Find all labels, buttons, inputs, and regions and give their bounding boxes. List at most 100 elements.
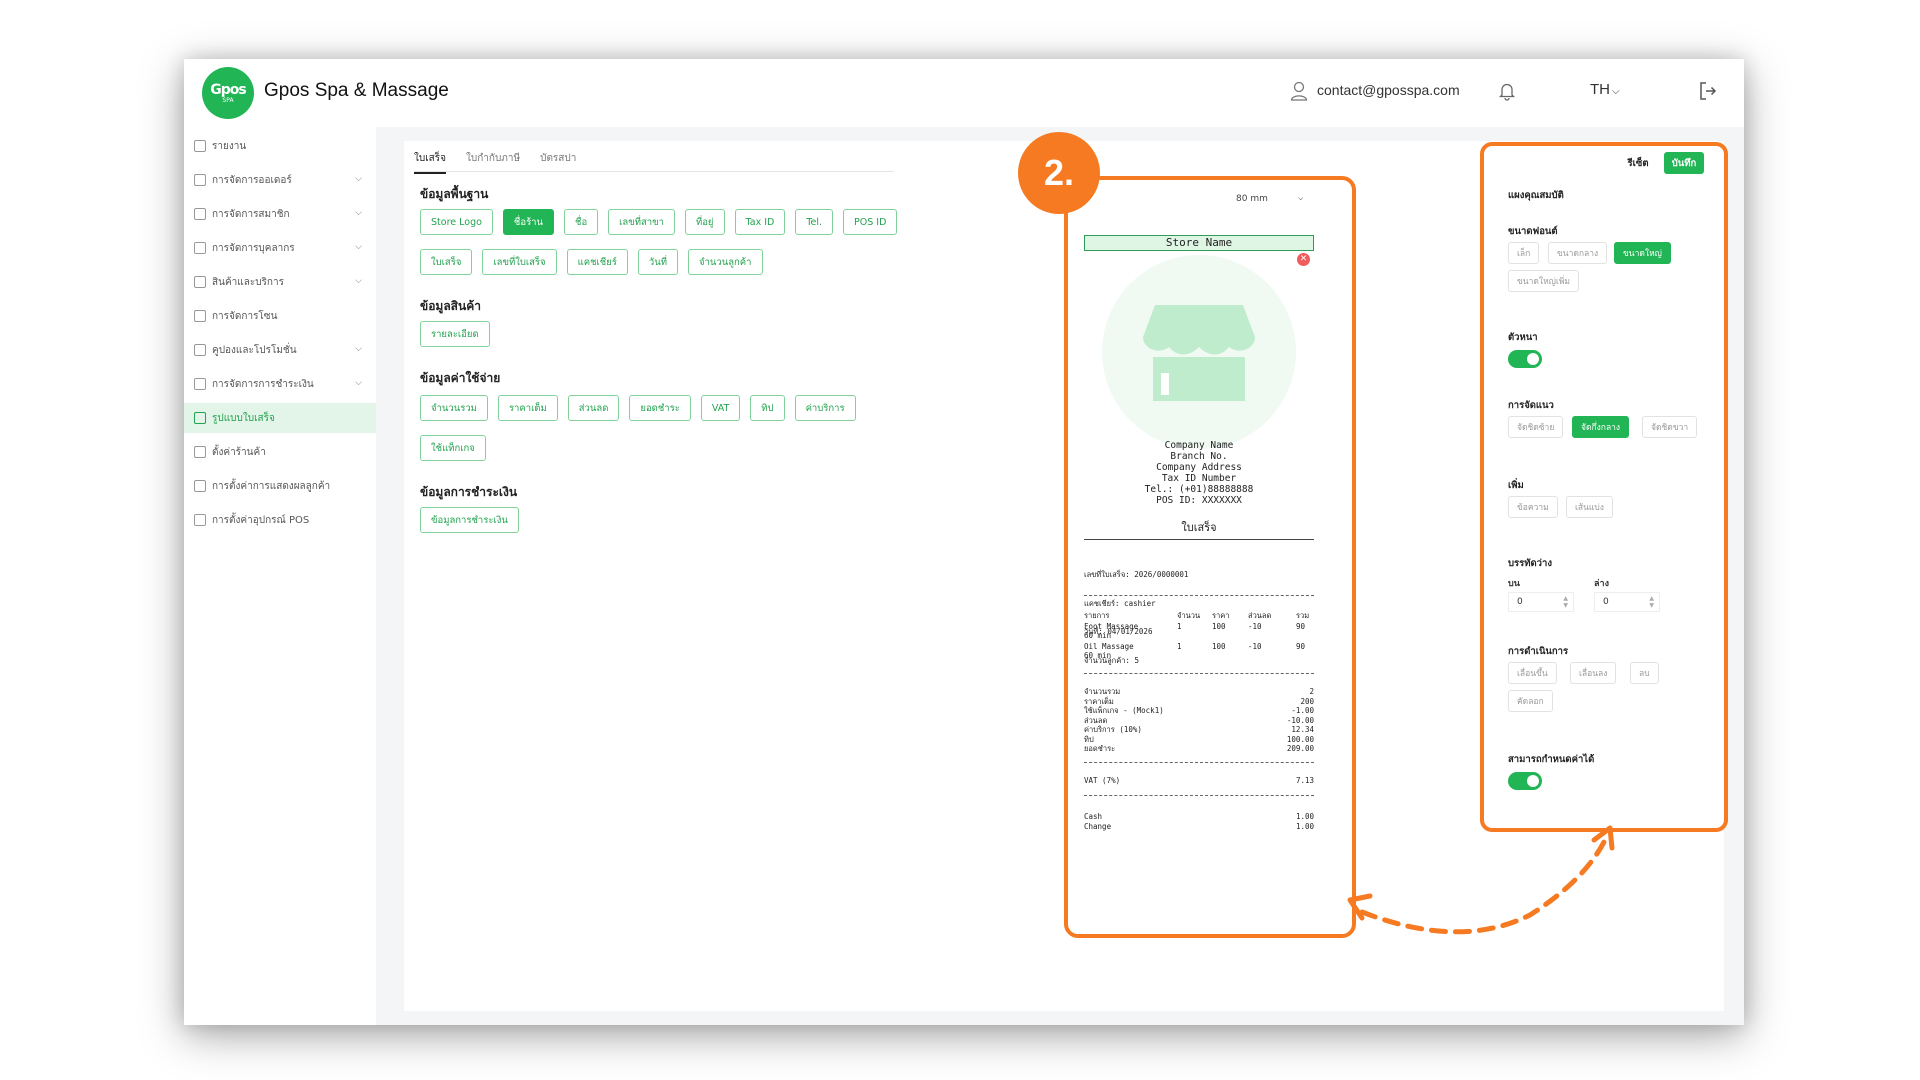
chip-customer-count[interactable]: จำนวนลูกค้า [688,249,763,275]
chip-amount-due[interactable]: ยอดชำระ [629,395,691,421]
chip-receipt[interactable]: ใบเสร็จ [420,249,473,275]
chip-service-charge[interactable]: ค่าบริการ [794,395,856,421]
payment-row[interactable]: Change 1.00 [1084,822,1314,832]
sidebar-item-staff[interactable]: การจัดการบุคลากร ⌵ [184,233,376,263]
payment-row[interactable]: Cash 1.00 [1084,812,1314,822]
tab-spa-card[interactable]: บัตรสปา [540,147,576,174]
basic-chips-row1: Store Logo ชื่อร้าน ชื่อ เลขที่สาขา ที่อ… [420,209,898,235]
receipt-branch-no[interactable]: Branch No. [1084,451,1314,462]
chip-details[interactable]: รายละเอียด [420,321,490,347]
font-size-medium[interactable]: ขนาดกลาง [1548,242,1608,264]
user-email[interactable]: contact@gposspa.com [1317,82,1460,98]
summary-row[interactable]: ทิป 100.00 [1084,735,1314,745]
store-logo-placeholder[interactable] [1102,255,1296,449]
actions-label: การดำเนินการ [1508,646,1569,657]
gift-icon [194,344,206,356]
tab-tax-invoice[interactable]: ใบกำกับภาษี [466,147,520,174]
align-left[interactable]: จัดชิดซ้าย [1508,416,1564,438]
font-size-small[interactable]: เล็ก [1508,242,1540,264]
receipt-company-address[interactable]: Company Address [1084,462,1314,473]
editable-label: สามารถกำหนดค่าได้ [1508,754,1595,765]
sidebar-item-receipt-format[interactable]: รูปแบบใบเสร็จ [184,403,376,433]
align-right[interactable]: จัดชิดขวา [1642,416,1698,438]
sidebar-item-products[interactable]: สินค้าและบริการ ⌵ [184,267,376,297]
summary-row[interactable]: ส่วนลด -10.00 [1084,716,1314,726]
payment-label: Change [1084,821,1112,831]
reset-button[interactable]: รีเซ็ต [1620,152,1656,174]
item-qty: 1 [1177,642,1182,651]
spacing-top-input[interactable]: 0 ▲ ▼ [1508,592,1574,612]
chip-cashier[interactable]: แคชเชียร์ [566,249,628,275]
font-size-label: ขนาดฟอนต์ [1508,226,1558,237]
move-up-button[interactable]: เลื่อนขึ้น [1508,662,1557,684]
sidebar-item-store-settings[interactable]: ตั้งค่าร้านค้า [184,437,376,467]
chip-address[interactable]: ที่อยู่ [684,209,725,235]
delete-button[interactable]: ลบ [1630,662,1659,684]
summary-row[interactable]: ใช้แพ็กเกจ - (Mock1) -1.00 [1084,706,1314,716]
chip-pos-id[interactable]: POS ID [843,209,898,235]
receipt-tax-id[interactable]: Tax ID Number [1084,473,1314,484]
chip-tip[interactable]: ทิป [750,395,785,421]
summary-row[interactable]: ยอดชำระ 209.00 [1084,744,1314,754]
tab-receipt[interactable]: ใบเสร็จ [414,147,446,174]
spacing-bottom-label: ล่าง [1594,579,1609,589]
chip-tel[interactable]: Tel. [795,209,834,235]
editable-toggle[interactable] [1508,772,1542,790]
spacing-label: บรรทัดว่าง [1508,558,1552,569]
copy-button[interactable]: คัดลอก [1508,690,1553,712]
chip-receipt-no[interactable]: เลขที่ใบเสร็จ [482,249,557,275]
align-center[interactable]: จัดกึ่งกลาง [1572,416,1630,438]
receipt-title[interactable]: ใบเสร็จ [1084,518,1314,536]
summary-value: 209.00 [1286,744,1314,753]
language-select[interactable]: TH ⌵ [1590,81,1620,98]
chip-vat[interactable]: VAT [700,395,741,421]
section-title-product: ข้อมูลสินค้า [420,299,481,313]
receipt-company-name[interactable]: Company Name [1084,440,1314,451]
bell-icon[interactable] [1498,81,1516,101]
chip-store-name[interactable]: ชื่อร้าน [502,209,555,235]
sidebar-item-members[interactable]: การจัดการสมาชิก ⌵ [184,199,376,229]
receipt-pos-id[interactable]: POS ID: XXXXXXX [1084,495,1314,506]
sidebar-item-report[interactable]: รายงาน [184,131,376,161]
tab-divider [414,171,894,172]
chip-full-price[interactable]: ราคาเต็ม [497,395,558,421]
step-badge: 2. [1018,132,1100,214]
receipt-store-name[interactable]: Store Name [1084,235,1314,251]
save-button[interactable]: บันทึก [1664,152,1704,174]
sidebar-item-pos-devices[interactable]: การตั้งค่าอุปกรณ์ POS [184,505,376,535]
add-divider-button[interactable]: เส้นแบ่ง [1566,496,1613,518]
logout-icon[interactable] [1698,81,1718,101]
sidebar-item-customer-display[interactable]: การตั้งค่าการแสดงผลลูกค้า [184,471,376,501]
chip-name[interactable]: ชื่อ [564,209,599,235]
vat-row[interactable]: VAT (7%) 7.13 [1084,776,1314,786]
chip-discount[interactable]: ส่วนลด [567,395,620,421]
font-size-xlarge[interactable]: ขนาดใหญ่เพิ่ม [1508,270,1580,292]
move-down-button[interactable]: เลื่อนลง [1570,662,1617,684]
chip-branch-no[interactable]: เลขที่สาขา [608,209,675,235]
font-size-large[interactable]: ขนาดใหญ่ [1614,242,1671,264]
summary-row[interactable]: จำนวนรวม 2 [1084,687,1314,697]
paper-size-select[interactable]: 80 mm [1236,194,1268,204]
order-icon [194,174,206,186]
sidebar-item-orders[interactable]: การจัดการออเดอร์ ⌵ [184,165,376,195]
spacing-bottom-input[interactable]: 0 ▲ ▼ [1594,592,1660,612]
chip-store-logo[interactable]: Store Logo [420,209,493,235]
sidebar-item-coupons[interactable]: คูปองและโปรโมชั่น ⌵ [184,335,376,365]
close-icon[interactable]: ✕ [1297,253,1310,266]
add-text-button[interactable]: ข้อความ [1508,496,1558,518]
stepper-icon[interactable]: ▲ ▼ [1649,595,1654,609]
chip-date[interactable]: วันที่ [637,249,678,275]
chip-tax-id[interactable]: Tax ID [734,209,786,235]
col-price: ราคา [1212,611,1230,620]
sidebar-item-zones[interactable]: การจัดการโซน [184,301,376,331]
bold-toggle[interactable] [1508,350,1542,368]
zone-icon [194,310,206,322]
receipt-tel[interactable]: Tel.: (+01)88888888 [1084,484,1314,495]
sidebar-item-payments[interactable]: การจัดการการชำระเงิน ⌵ [184,369,376,399]
summary-row[interactable]: ราคาเต็ม 200 [1084,697,1314,707]
chip-payment-info[interactable]: ข้อมูลการชำระเงิน [420,507,519,533]
stepper-icon[interactable]: ▲ ▼ [1563,595,1568,609]
summary-row[interactable]: ค่าบริการ (10%) 12.34 [1084,725,1314,735]
chip-total-qty[interactable]: จำนวนรวม [420,395,488,421]
chip-use-package[interactable]: ใช้แท็กเกจ [420,435,486,461]
